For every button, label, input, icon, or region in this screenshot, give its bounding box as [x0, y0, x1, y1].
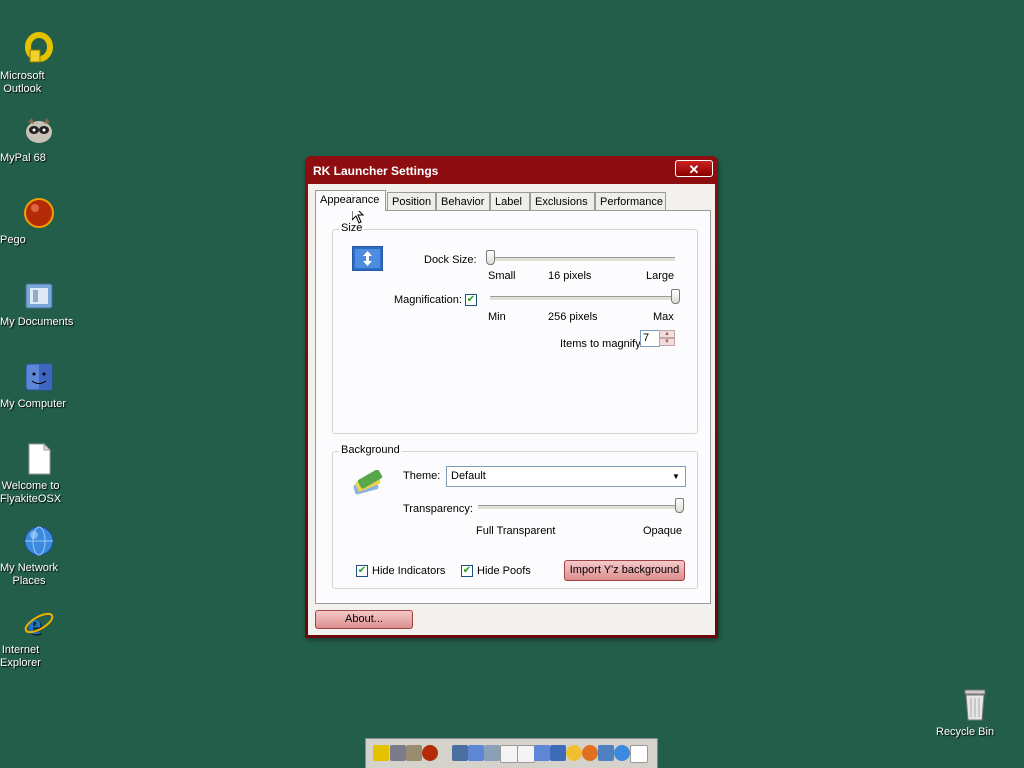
dock-size-slider-track[interactable] — [490, 257, 675, 262]
dock-computer-icon[interactable] — [390, 745, 406, 761]
tab-appearance[interactable]: Appearance — [315, 190, 386, 211]
magnification-slider-thumb[interactable] — [671, 289, 680, 304]
dock-window-icon[interactable] — [468, 745, 484, 761]
title-bar[interactable]: RK Launcher Settings ✕ — [305, 156, 718, 184]
about-button[interactable]: About... — [315, 610, 413, 629]
appearance-tab-panel: Size Dock Size: Small 16 pixels Large Ma… — [315, 210, 711, 604]
window-client-area: Appearance Position Behavior Label Exclu… — [308, 184, 715, 635]
transparency-min-label: Full Transparent — [476, 525, 556, 537]
hide-poofs-label[interactable]: Hide Poofs — [477, 565, 531, 577]
magnification-min-label: Min — [488, 311, 506, 323]
desktop-icon-welcome[interactable]: Welcome to FlyakiteOSX — [0, 442, 78, 505]
window-title: RK Launcher Settings — [313, 164, 439, 178]
items-to-magnify-label: Items to magnify: — [560, 338, 644, 350]
theme-select[interactable]: Default ▼ — [446, 466, 686, 487]
dock-document-icon[interactable] — [630, 745, 648, 763]
pego-icon — [22, 196, 56, 230]
items-to-magnify-input[interactable]: 7 — [640, 330, 660, 347]
desktop-icon-label: Microsoft Outlook — [0, 70, 45, 95]
dock-size-slider-thumb[interactable] — [486, 250, 495, 265]
desktop-icon-internet-explorer[interactable]: e Internet Explorer — [0, 606, 78, 669]
desktop-icon-mypal[interactable]: MyPal 68 — [0, 114, 78, 164]
tab-exclusions[interactable]: Exclusions — [530, 192, 595, 210]
tab-behavior[interactable]: Behavior — [436, 192, 490, 210]
theme-select-value: Default — [451, 470, 486, 482]
rk-launcher-dock — [365, 738, 658, 768]
magnification-max-label: Max — [653, 311, 674, 323]
desktop-icon-outlook[interactable]: Microsoft Outlook — [0, 32, 78, 95]
hide-poofs-checkbox[interactable]: ✔ — [461, 565, 473, 577]
transparency-max-label: Opaque — [643, 525, 683, 537]
outlook-icon — [22, 32, 56, 66]
dock-pego-icon[interactable] — [422, 745, 438, 761]
desktop-icon-label: My Documents — [0, 316, 74, 328]
transparency-slider-track[interactable] — [478, 505, 679, 510]
tab-label[interactable]: Label — [490, 192, 530, 210]
dock-size-label: Dock Size: — [424, 254, 477, 266]
desktop-icon-network[interactable]: My Network Places — [0, 524, 78, 587]
network-globe-icon — [22, 524, 56, 558]
theme-swatches-icon — [352, 469, 384, 498]
spin-up-icon[interactable]: ▲ — [659, 330, 675, 338]
tab-performance[interactable]: Performance — [595, 192, 666, 210]
transparency-slider-thumb[interactable] — [675, 498, 684, 513]
dock-window-icon[interactable] — [534, 745, 550, 761]
desktop-icon-label: Internet Explorer — [0, 644, 41, 669]
magnification-value: 256 pixels — [548, 311, 598, 323]
size-group: Size Dock Size: Small 16 pixels Large Ma… — [332, 222, 698, 434]
hide-indicators-label[interactable]: Hide Indicators — [372, 565, 445, 577]
background-group-title: Background — [339, 444, 402, 456]
dock-tool-icon[interactable] — [598, 745, 614, 761]
dock-size-max-label: Large — [646, 270, 675, 282]
desktop-icon-label: My Computer — [0, 398, 67, 410]
magnification-checkbox[interactable]: ✔ — [465, 294, 477, 306]
dock-size-value: 16 pixels — [548, 270, 592, 282]
dock-window-icon[interactable] — [452, 745, 468, 761]
theme-label: Theme: — [403, 470, 441, 482]
dock-size-min-label: Small — [488, 270, 516, 282]
desktop-icon-pego[interactable]: Pego — [0, 196, 78, 246]
close-button[interactable]: ✕ — [675, 160, 713, 177]
dock-mypal-icon[interactable] — [406, 745, 422, 761]
rk-launcher-settings-window: RK Launcher Settings ✕ Appearance Positi… — [305, 156, 718, 638]
chevron-down-icon[interactable]: ▼ — [667, 467, 685, 486]
desktop-icon-recycle-bin[interactable]: Recycle Bin — [936, 688, 1014, 738]
transparency-label: Transparency: — [403, 503, 473, 515]
hide-indicators-checkbox[interactable]: ✔ — [356, 565, 368, 577]
desktop-icon-my-documents[interactable]: My Documents — [0, 278, 78, 328]
dock-globe-icon[interactable] — [614, 745, 630, 761]
mypal-icon — [22, 114, 56, 148]
background-group: Background Theme: Default ▼ Transparency… — [332, 444, 698, 589]
documents-folder-icon — [22, 278, 56, 312]
svg-text:e: e — [28, 608, 41, 640]
dock-outlook-icon[interactable] — [373, 745, 389, 761]
document-icon — [22, 442, 56, 476]
ie-icon: e — [22, 606, 56, 641]
desktop-icon-label: Welcome to FlyakiteOSX — [0, 480, 62, 505]
magnification-label: Magnification: — [394, 294, 462, 306]
dock-search-icon[interactable] — [582, 745, 598, 761]
import-background-button[interactable]: Import Y'z background — [564, 560, 685, 581]
dock-window-icon[interactable] — [484, 745, 500, 761]
desktop-icon-label: Pego — [0, 234, 26, 246]
dock-size-icon — [351, 245, 384, 272]
desktop-icon-my-computer[interactable]: My Computer — [0, 360, 78, 410]
desktop-icon-label: My Network Places — [0, 562, 59, 587]
desktop-icon-label: MyPal 68 — [0, 152, 46, 164]
computer-icon — [22, 360, 56, 394]
dock-blank-window-icon[interactable] — [517, 745, 535, 763]
recycle-bin-icon — [958, 688, 992, 722]
dock-clock-icon[interactable] — [566, 745, 582, 761]
items-to-magnify-spinner[interactable]: ▲ ▼ — [659, 330, 675, 347]
desktop-icon-label: Recycle Bin — [936, 726, 995, 738]
dock-blank-window-icon[interactable] — [500, 745, 518, 763]
dock-window-icon[interactable] — [550, 745, 566, 761]
tab-position[interactable]: Position — [387, 192, 436, 210]
magnification-slider-track[interactable] — [490, 296, 675, 301]
spin-down-icon[interactable]: ▼ — [659, 338, 675, 346]
